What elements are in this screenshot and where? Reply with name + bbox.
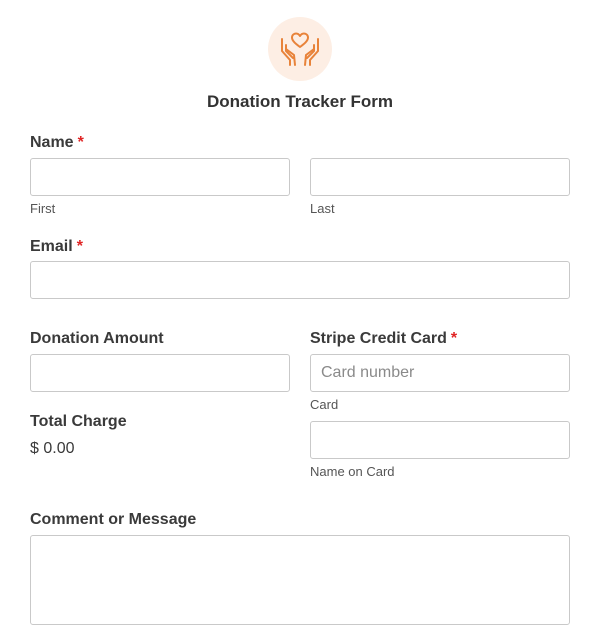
stripe-card-label: Stripe Credit Card * bbox=[310, 330, 457, 348]
email-label: Email * bbox=[30, 238, 83, 256]
required-marker: * bbox=[77, 134, 84, 151]
card-sublabel: Card bbox=[310, 397, 339, 412]
heart-in-hands-icon bbox=[281, 32, 319, 66]
donation-amount-label: Donation Amount bbox=[30, 330, 164, 347]
comment-textarea[interactable] bbox=[30, 535, 570, 625]
form-logo bbox=[268, 17, 332, 81]
name-on-card-input[interactable] bbox=[310, 421, 570, 459]
first-name-sublabel: First bbox=[30, 201, 56, 216]
name-label-text: Name bbox=[30, 134, 74, 151]
donation-amount-input[interactable] bbox=[30, 354, 290, 392]
first-name-input[interactable] bbox=[30, 158, 290, 196]
form-title: Donation Tracker Form bbox=[206, 92, 394, 111]
name-label: Name * bbox=[30, 134, 84, 152]
total-charge-value: $ 0.00 bbox=[30, 440, 75, 457]
last-name-sublabel: Last bbox=[310, 201, 335, 216]
total-charge-label: Total Charge bbox=[30, 413, 127, 430]
name-on-card-sublabel: Name on Card bbox=[310, 464, 395, 479]
required-marker: * bbox=[450, 330, 458, 347]
comment-label: Comment or Message bbox=[30, 511, 197, 528]
email-input[interactable] bbox=[30, 261, 570, 299]
stripe-card-label-text: Stripe Credit Card bbox=[310, 330, 447, 347]
email-label-text: Email bbox=[30, 238, 73, 255]
last-name-input[interactable] bbox=[310, 158, 570, 196]
required-marker: * bbox=[76, 238, 83, 255]
card-number-input[interactable] bbox=[310, 354, 570, 392]
